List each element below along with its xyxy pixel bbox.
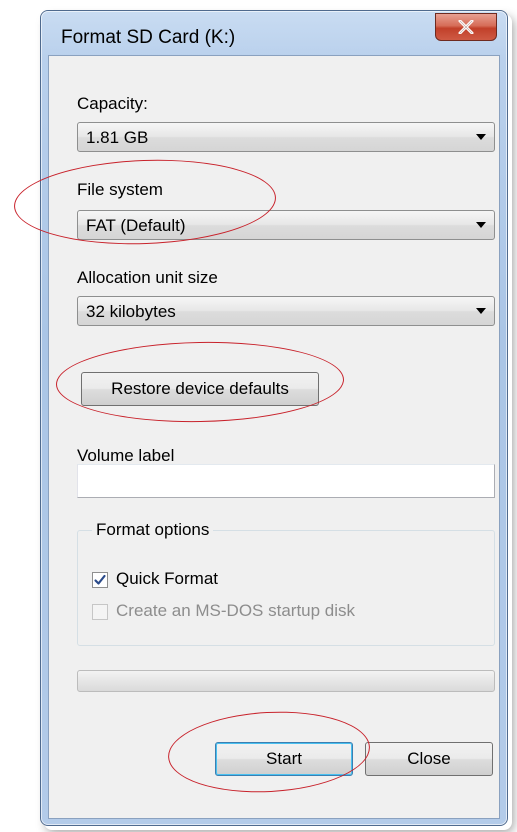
capacity-value: 1.81 GB (86, 128, 149, 147)
close-button[interactable]: Close (365, 742, 493, 776)
format-options-group: Format options Quick Format Create an MS… (77, 520, 495, 646)
file-system-combo[interactable]: FAT (Default) (77, 210, 495, 240)
allocation-combo[interactable]: 32 kilobytes (77, 296, 495, 326)
start-button[interactable]: Start (215, 742, 353, 776)
window-title: Format SD Card (K:) (61, 27, 236, 48)
restore-defaults-button[interactable]: Restore device defaults (81, 372, 319, 406)
capacity-combo[interactable]: 1.81 GB (77, 122, 495, 152)
volume-label-input[interactable] (77, 464, 495, 498)
ms-dos-label: Create an MS-DOS startup disk (116, 601, 356, 620)
quick-format-label: Quick Format (116, 569, 219, 588)
file-system-value: FAT (Default) (86, 216, 186, 235)
chevron-down-icon (476, 134, 486, 140)
dialog-body: Capacity: 1.81 GB File system FAT (Defau… (48, 55, 500, 819)
chevron-down-icon (476, 222, 486, 228)
format-options-title: Format options (92, 520, 214, 540)
close-x-icon (458, 20, 474, 34)
allocation-label: Allocation unit size (77, 268, 218, 287)
quick-format-checkbox[interactable] (92, 572, 108, 588)
window-close-button[interactable] (435, 13, 497, 41)
capacity-label: Capacity: (77, 94, 148, 113)
chevron-down-icon (476, 308, 486, 314)
file-system-label: File system (77, 180, 163, 199)
allocation-value: 32 kilobytes (86, 302, 176, 321)
checkmark-icon (94, 574, 106, 585)
ms-dos-checkbox[interactable] (92, 604, 108, 620)
volume-label-label: Volume label (77, 446, 175, 465)
format-dialog: Format SD Card (K:) Capacity: 1.81 GB Fi… (40, 10, 508, 826)
format-progress-bar (77, 670, 495, 692)
